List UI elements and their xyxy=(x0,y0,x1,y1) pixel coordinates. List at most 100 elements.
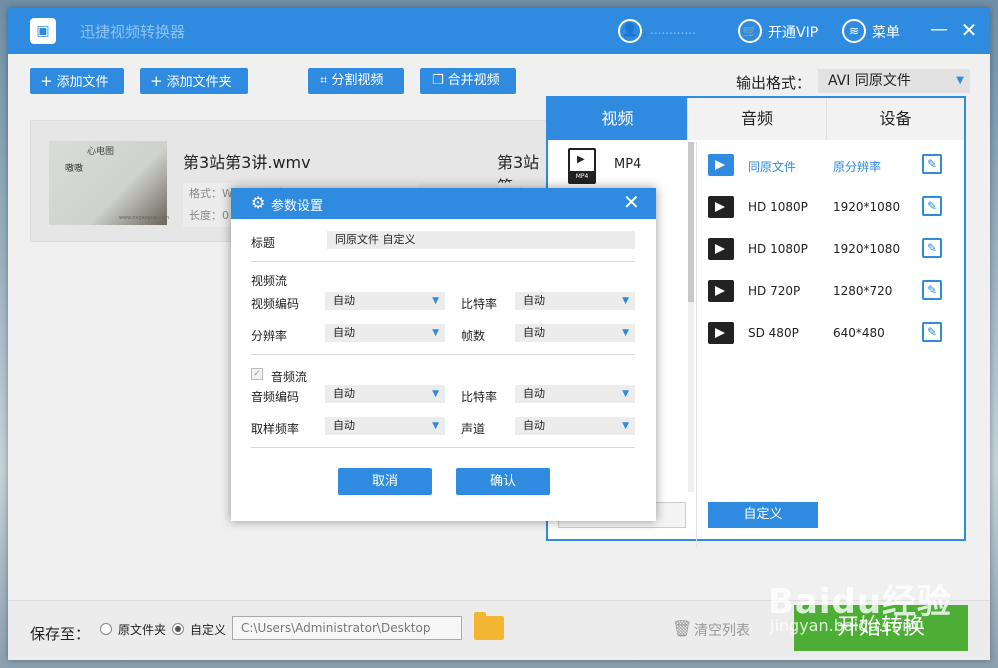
preset-row[interactable]: SD 480P 640*480 ✎ xyxy=(708,316,964,352)
gear-icon: ⚙ xyxy=(251,193,266,212)
radio-custom-folder-label[interactable]: 自定义 xyxy=(190,621,226,638)
tab-audio[interactable]: 音频 xyxy=(687,98,826,140)
cancel-button[interactable]: 取消 xyxy=(338,468,432,495)
video-bitrate-label: 比特率 xyxy=(461,297,498,311)
channel-select[interactable]: 自动 ▼ xyxy=(515,417,635,435)
title-input[interactable]: 同原文件 自定义 xyxy=(327,231,635,249)
crop-icon: ⌗ xyxy=(320,73,328,88)
split-video-label: 分割视频 xyxy=(331,73,384,88)
merge-icon: ❐ xyxy=(432,73,444,88)
edit-icon[interactable]: ✎ xyxy=(922,196,942,216)
title-bar: ▣ 迅捷视频转换器 👤 ............ 🛒 开通VIP ≋ 菜单 — … xyxy=(8,8,990,54)
category-scrollbar-thumb[interactable] xyxy=(688,142,694,302)
plus-icon: + xyxy=(150,72,163,90)
tab-device[interactable]: 设备 xyxy=(826,98,964,140)
sample-rate-label: 取样频率 xyxy=(251,422,300,436)
dropdown-arrow-icon: ▼ xyxy=(432,328,439,338)
clear-list-button[interactable]: 清空列表 xyxy=(694,620,750,640)
close-window-button[interactable]: ✕ xyxy=(958,16,980,44)
vip-cart-icon[interactable]: 🛒 xyxy=(738,19,762,43)
video-codec-value: 自动 xyxy=(333,294,355,307)
mp4-badge: MP4 xyxy=(570,171,594,182)
folder-icon[interactable] xyxy=(474,612,504,640)
radio-original-folder[interactable] xyxy=(100,623,112,635)
channel-value: 自动 xyxy=(523,419,545,432)
settings-dialog: ⚙ 参数设置 ✕ 标题 同原文件 自定义 视频流 视频编码 自动 ▼ 比特率 自动… xyxy=(231,188,656,521)
output-format-label: 输出格式： xyxy=(736,74,812,92)
audio-stream-checkbox[interactable]: ✓ xyxy=(251,368,263,380)
sample-rate-select[interactable]: 自动 ▼ xyxy=(325,417,445,435)
video-thumbnail[interactable]: 心电图 嗷嗷 www.xxgaogua.com xyxy=(49,141,169,225)
dialog-close-button[interactable]: ✕ xyxy=(623,190,640,214)
minimize-button[interactable]: — xyxy=(928,16,950,44)
dropdown-arrow-icon: ▼ xyxy=(432,389,439,399)
divider xyxy=(251,261,635,262)
edit-icon[interactable]: ✎ xyxy=(922,154,942,174)
video-bitrate-select[interactable]: 自动 ▼ xyxy=(515,292,635,310)
merge-video-button[interactable]: ❐ 合并视频 xyxy=(420,68,516,94)
thumbnail-text: 心电图 xyxy=(87,147,115,157)
preset-resolution: 640*480 xyxy=(833,326,885,340)
fps-select[interactable]: 自动 ▼ xyxy=(515,324,635,342)
tab-video[interactable]: 视频 xyxy=(548,98,687,140)
custom-preset-button[interactable]: 自定义 xyxy=(708,502,818,528)
dropdown-arrow-icon: ▼ xyxy=(432,296,439,306)
output-path-field[interactable]: C:\Users\Administrator\Desktop xyxy=(232,616,462,640)
edit-icon[interactable]: ✎ xyxy=(922,238,942,258)
dropdown-arrow-icon: ▼ xyxy=(622,421,629,431)
audio-codec-value: 自动 xyxy=(333,387,355,400)
radio-custom-folder[interactable] xyxy=(172,623,184,635)
preset-quality: HD 1080P xyxy=(748,242,808,256)
preset-resolution: 1920*1080 xyxy=(833,242,901,256)
confirm-button[interactable]: 确认 xyxy=(456,468,550,495)
dropdown-arrow-icon: ▼ xyxy=(432,421,439,431)
format-category-mp4[interactable]: MP4 MP4 xyxy=(568,146,684,186)
mp4-file-icon: MP4 xyxy=(568,148,596,184)
radio-original-folder-label[interactable]: 原文件夹 xyxy=(118,621,166,638)
preset-row[interactable]: HD 1080P 1920*1080 ✎ xyxy=(708,190,964,226)
add-folder-label: 添加文件夹 xyxy=(166,75,232,90)
output-format-select[interactable]: AVI 同原文件 ▼ xyxy=(818,69,970,93)
edit-icon[interactable]: ✎ xyxy=(922,322,942,342)
preset-quality: 同原文件 xyxy=(748,160,797,174)
trash-icon[interactable]: 🗑 xyxy=(672,619,692,638)
preset-quality: SD 480P xyxy=(748,326,799,340)
menu-button[interactable]: 菜单 xyxy=(872,22,900,42)
save-to-label: 保存至： xyxy=(30,625,91,643)
film-icon xyxy=(708,322,734,344)
fps-value: 自动 xyxy=(523,326,545,339)
video-stream-heading: 视频流 xyxy=(251,274,288,288)
start-convert-button[interactable]: 开始转换 xyxy=(794,605,968,651)
audio-codec-label: 音频编码 xyxy=(251,390,300,404)
menu-layers-icon[interactable]: ≋ xyxy=(842,19,866,43)
divider xyxy=(251,447,635,448)
dialog-title: 参数设置 xyxy=(271,199,324,214)
film-icon xyxy=(708,238,734,260)
audio-bitrate-value: 自动 xyxy=(523,387,545,400)
split-video-button[interactable]: ⌗ 分割视频 xyxy=(308,68,404,94)
add-folder-button[interactable]: + 添加文件夹 xyxy=(140,68,248,94)
vip-button[interactable]: 开通VIP xyxy=(768,22,818,42)
add-file-button[interactable]: + 添加文件 xyxy=(30,68,124,94)
preset-row[interactable]: HD 1080P 1920*1080 ✎ xyxy=(708,232,964,268)
preset-row[interactable]: HD 720P 1280*720 ✎ xyxy=(708,274,964,310)
preset-resolution: 1280*720 xyxy=(833,284,893,298)
user-avatar-icon[interactable]: 👤 xyxy=(618,19,642,43)
audio-codec-select[interactable]: 自动 ▼ xyxy=(325,385,445,403)
plus-icon: + xyxy=(40,72,53,90)
preset-resolution: 1920*1080 xyxy=(833,200,901,214)
preset-row[interactable]: 同原文件 原分辨率 ✎ xyxy=(708,148,964,184)
audio-bitrate-select[interactable]: 自动 ▼ xyxy=(515,385,635,403)
video-codec-select[interactable]: 自动 ▼ xyxy=(325,292,445,310)
title-label: 标题 xyxy=(251,236,276,250)
resolution-select[interactable]: 自动 ▼ xyxy=(325,324,445,342)
output-format-value: AVI 同原文件 xyxy=(828,73,911,89)
file-name: 第3站第3讲.wmv xyxy=(183,153,311,172)
video-bitrate-value: 自动 xyxy=(523,294,545,307)
channel-label: 声道 xyxy=(461,422,486,436)
fps-label: 帧数 xyxy=(461,329,486,343)
edit-icon[interactable]: ✎ xyxy=(922,280,942,300)
dropdown-arrow-icon: ▼ xyxy=(622,328,629,338)
user-name[interactable]: ............ xyxy=(650,23,696,37)
preset-quality: HD 1080P xyxy=(748,200,808,214)
